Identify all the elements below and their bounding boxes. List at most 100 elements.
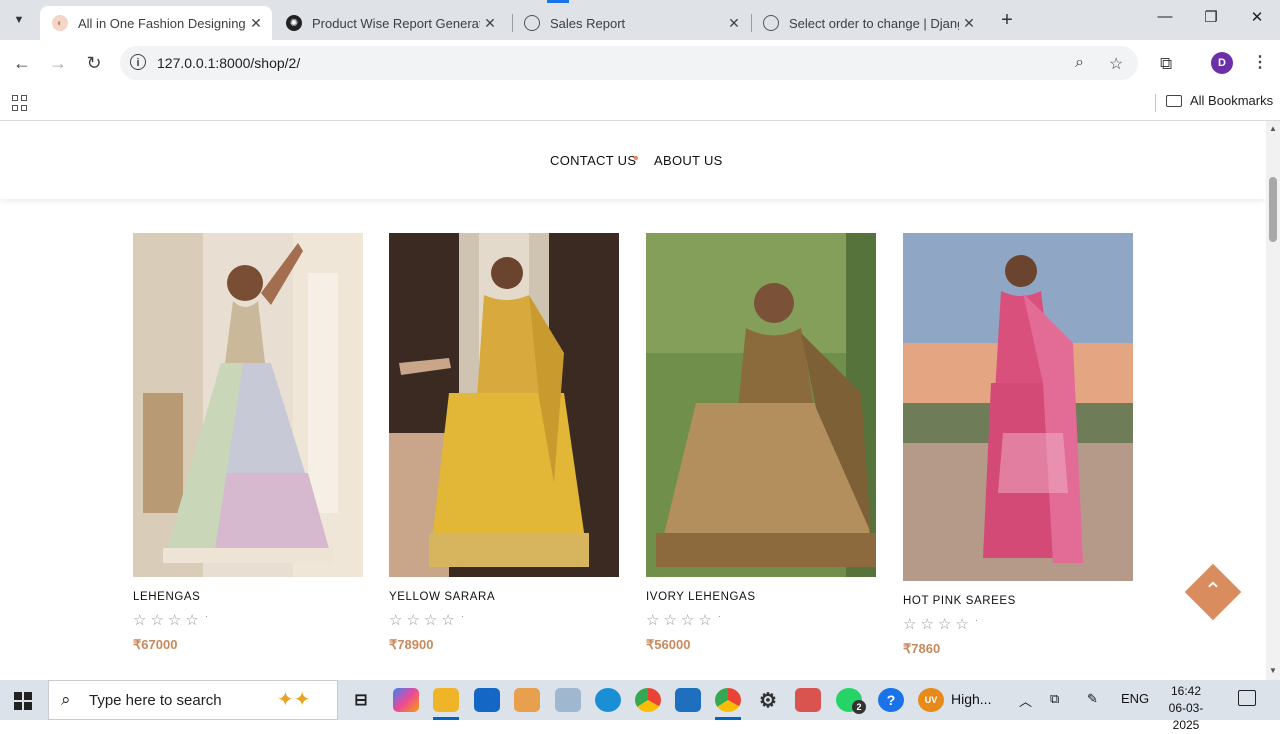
star-icon: ☆ [150,612,164,629]
minimize-button[interactable]: — [1150,8,1180,25]
maximize-button[interactable]: ❐ [1196,8,1226,26]
tab-sales-report[interactable]: Sales Report ✕ [512,6,750,40]
tab-search-button[interactable]: ▼ [8,9,30,31]
address-bar[interactable]: i 127.0.0.1:8000/shop/2/ ⌕ ☆ [120,46,1138,80]
chrome-active-icon[interactable] [715,688,741,712]
tab-django-orders[interactable]: Select order to change | Django ✕ [751,6,985,40]
product-name[interactable]: YELLOW SARARA [389,591,495,603]
close-tab-icon[interactable]: ✕ [246,15,266,32]
close-tab-icon[interactable]: ✕ [959,15,979,32]
weather-text[interactable]: High... [951,691,991,707]
file-explorer-icon[interactable] [433,688,459,712]
tab-title: Product Wise Report Generation [312,15,480,31]
profile-avatar[interactable]: D [1211,52,1233,74]
apps-grid-icon[interactable] [12,95,28,111]
browser-menu-icon[interactable]: ⋮ [1252,52,1268,72]
product-card[interactable]: LEHENGAS ☆ ☆ ☆ ☆ · ₹67000 [133,233,363,663]
product-image[interactable] [389,233,619,577]
bookmarks-bar: All Bookmarks [0,86,1280,121]
product-image[interactable] [903,233,1133,581]
chrome-icon[interactable] [635,688,661,712]
microsoft-store-icon[interactable] [474,688,500,712]
weather-uv-icon[interactable]: UV [918,688,944,712]
page-scrollbar[interactable]: ▲ ▼ [1266,121,1280,680]
all-bookmarks-label: All Bookmarks [1190,93,1274,108]
windows-start-icon[interactable] [14,692,32,710]
bookmarks-divider [1155,94,1156,112]
chevron-up-icon[interactable]: ⌃ [1201,576,1225,606]
star-icon: ☆ [133,612,147,629]
taskbar-search-box[interactable]: ⌕ Type here to search ✦✦ [48,680,338,720]
whatsapp-badge: 2 [852,700,866,714]
search-icon: ⌕ [61,690,71,709]
rating-count: · [974,615,979,626]
product-price: ₹67000 [133,637,178,652]
product-card[interactable]: YELLOW SARARA ☆ ☆ ☆ ☆ · ₹78900 [389,233,619,663]
rating-count: · [717,611,722,622]
edge-browser-icon[interactable] [595,688,621,712]
scroll-up-arrow-icon[interactable]: ▲ [1269,124,1277,133]
bookmark-star-icon[interactable]: ☆ [1109,54,1123,74]
close-window-button[interactable]: ✕ [1242,8,1272,26]
all-bookmarks-button[interactable]: All Bookmarks [1166,93,1273,108]
pen-icon[interactable]: ✎ [1087,691,1098,707]
app-icon[interactable] [514,688,540,712]
scrollbar-thumb[interactable] [1269,177,1277,242]
notes-app-icon[interactable] [555,688,581,712]
product-image[interactable] [646,233,876,577]
star-icon: ☆ [698,612,712,629]
close-tab-icon[interactable]: ✕ [724,15,744,32]
help-icon[interactable]: ? [878,688,904,712]
address-url[interactable]: 127.0.0.1:8000/shop/2/ [157,55,300,71]
system-clock[interactable]: 16:42 06-03-2025 [1157,683,1215,734]
task-view-icon[interactable]: ⊟ [348,688,374,712]
clock-date: 06-03-2025 [1168,701,1204,732]
reload-button[interactable]: ↻ [82,52,106,74]
star-icon: ☆ [441,612,455,629]
web-page: CONTACT US ABOUT US LEHENGAS ☆ ☆ ☆ ☆ · ₹… [0,121,1266,680]
product-card[interactable]: IVORY LEHENGAS ☆ ☆ ☆ ☆ · ₹56000 [646,233,876,663]
taskbar-search-placeholder: Type here to search [89,692,222,709]
notification-icon[interactable] [1238,690,1256,706]
site-favicon-icon: ◐ [52,15,68,31]
star-icon: ☆ [185,612,199,629]
product-name[interactable]: LEHENGAS [133,591,200,603]
site-info-icon[interactable]: i [130,54,146,70]
product-rating: ☆ ☆ ☆ ☆ · [646,611,721,629]
nav-separator-dot [634,156,638,160]
zoom-icon[interactable]: ⌕ [1075,54,1084,72]
star-icon: ☆ [937,616,952,633]
scroll-down-arrow-icon[interactable]: ▼ [1269,666,1277,675]
globe-icon [763,15,779,31]
tab-all-in-one-fashion[interactable]: ◐ All in One Fashion Designing ✕ [40,6,272,40]
star-icon: ☆ [680,612,695,629]
product-name[interactable]: IVORY LEHENGAS [646,591,756,603]
close-tab-icon[interactable]: ✕ [480,15,500,32]
star-icon: ☆ [903,616,917,633]
vscode-icon[interactable] [675,688,701,712]
star-icon: ☆ [406,612,420,629]
clock-time: 16:42 [1170,684,1202,698]
copilot-icon[interactable] [393,688,419,712]
star-icon: ☆ [920,616,934,633]
forward-button[interactable]: → [46,52,70,74]
product-price: ₹56000 [646,637,691,652]
tab-product-wise-report[interactable]: ✺ Product Wise Report Generation ✕ [274,6,506,40]
copilot-sparkle-icon: ✦✦ [277,689,311,711]
new-tab-button[interactable]: + [996,9,1018,31]
app-icon[interactable] [795,688,821,712]
back-button[interactable]: ← [10,52,34,74]
nav-contact-us[interactable]: CONTACT US [550,153,636,168]
nav-about-us[interactable]: ABOUT US [654,153,723,168]
language-indicator[interactable]: ENG [1121,691,1149,706]
settings-gear-icon[interactable]: ⚙ [755,688,781,712]
product-name[interactable]: HOT PINK SAREES [903,595,1016,607]
product-image[interactable] [133,233,363,577]
tray-chevron-up-icon[interactable]: ︿ [1019,691,1032,710]
network-icon[interactable]: ⧉ [1050,691,1059,707]
product-card[interactable]: HOT PINK SAREES ☆ ☆ ☆ ☆ · ₹7860 [903,233,1133,663]
site-navigation: CONTACT US ABOUT US [0,121,1266,199]
star-icon: ☆ [423,612,438,629]
extensions-icon[interactable]: ⧉ [1160,54,1172,74]
windows-taskbar: ⌕ Type here to search ✦✦ ⊟ ⚙ 2 ? UV High… [0,680,1280,732]
